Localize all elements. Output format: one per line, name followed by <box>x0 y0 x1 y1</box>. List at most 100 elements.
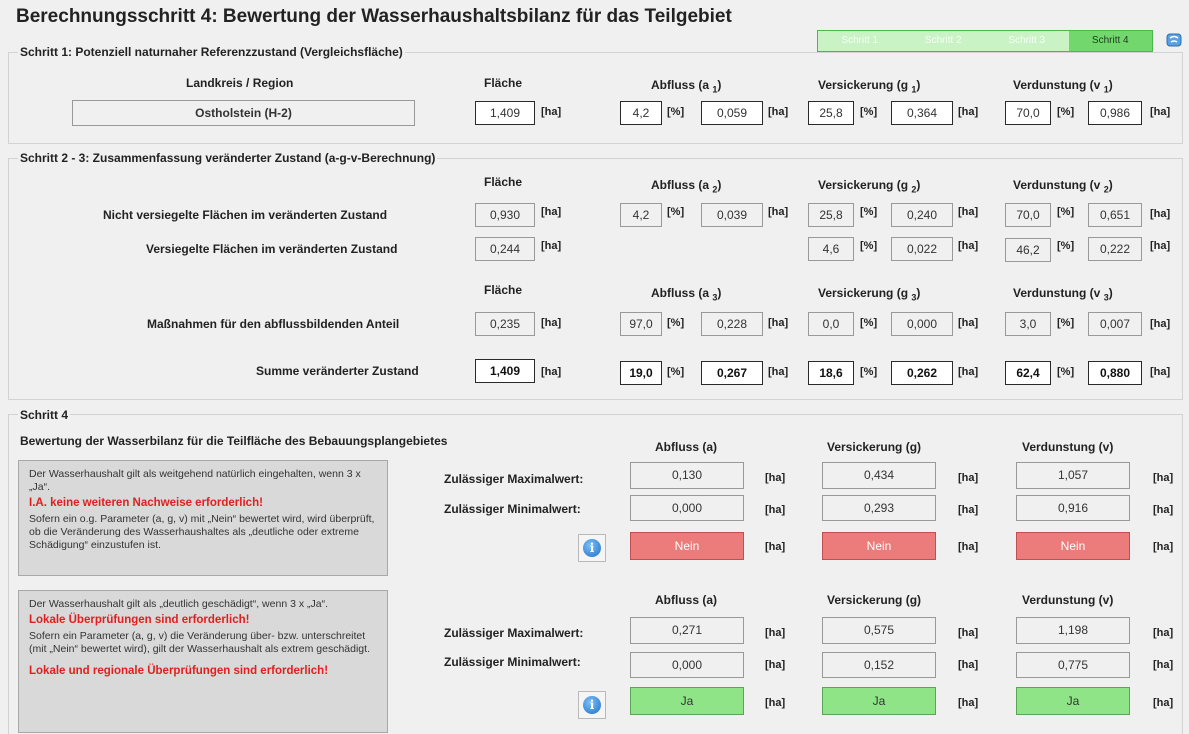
row-unsealed-a-pct: 4,2 <box>620 203 662 227</box>
unit-pct: [%] <box>667 366 685 378</box>
unit-ha: [ha] <box>765 541 786 553</box>
versickerung-ha-1[interactable]: 0,364 <box>891 101 953 125</box>
header-verdunstung-eval-1: Verdunstung (v) <box>1022 440 1114 454</box>
unit-ha: [ha] <box>1150 106 1171 118</box>
unit-pct: [%] <box>1057 106 1075 118</box>
help-icon[interactable] <box>1166 33 1182 47</box>
unit-pct: [%] <box>1057 206 1075 218</box>
header-versickerung-eval-1: Versickerung (g) <box>827 440 922 454</box>
unit-ha: [ha] <box>541 240 562 252</box>
row-sealed-flaeche: 0,244 <box>475 237 535 261</box>
versickerung-result-1: Nein <box>822 532 936 560</box>
row-measures-a-pct: 97,0 <box>620 312 662 336</box>
info-button-2[interactable]: i <box>578 691 606 719</box>
unit-ha: [ha] <box>1153 504 1174 516</box>
step-4-tab[interactable]: Schritt 4 <box>1068 31 1152 51</box>
row-measures-v-ha: 0,007 <box>1088 312 1142 336</box>
unit-ha: [ha] <box>1153 472 1174 484</box>
unit-ha: [ha] <box>1150 240 1171 252</box>
abfluss-ha-1[interactable]: 0,059 <box>701 101 763 125</box>
header-abfluss-2: Abfluss (a 2) <box>651 178 722 195</box>
row-unsealed-a-ha: 0,039 <box>701 203 763 227</box>
row-sum-flaeche: 1,409 <box>475 359 535 383</box>
row-measures-v-pct: 3,0 <box>1005 312 1051 336</box>
abfluss-pct-1[interactable]: 4,2 <box>620 101 662 125</box>
verdunstung-result-1: Nein <box>1016 532 1130 560</box>
unit-ha: [ha] <box>1150 318 1171 330</box>
max-label-2: Zulässiger Maximalwert: <box>444 626 584 640</box>
section-step1 <box>8 52 1183 144</box>
unit-ha: [ha] <box>958 206 979 218</box>
info-note-damaged: Der Wasserhaushalt gilt als „deutlich ge… <box>18 590 388 733</box>
abfluss-max-2: 0,271 <box>630 617 744 644</box>
row-sum-a-pct: 19,0 <box>620 361 662 385</box>
unit-ha: [ha] <box>1153 541 1174 553</box>
verdunstung-ha-1[interactable]: 0,986 <box>1088 101 1142 125</box>
note-damaged-warning-2: Lokale und regionale Überprüfungen sind … <box>29 665 329 677</box>
unit-ha: [ha] <box>1150 366 1171 378</box>
row-sum-label: Summe veränderter Zustand <box>256 364 419 378</box>
unit-ha: [ha] <box>541 106 562 118</box>
note-natural-warning: I.A. keine weiteren Nachweise erforderli… <box>29 497 263 509</box>
min-label-1: Zulässiger Minimalwert: <box>444 502 581 516</box>
unit-ha: [ha] <box>1150 208 1171 220</box>
row-measures-g-ha: 0,000 <box>891 312 953 336</box>
row-measures-g-pct: 0,0 <box>808 312 854 336</box>
step-3-tab[interactable]: Schritt 3 <box>985 31 1069 51</box>
versickerung-max-2: 0,575 <box>822 617 936 644</box>
abfluss-min-1: 0,000 <box>630 495 744 521</box>
verdunstung-max-1: 1,057 <box>1016 462 1130 489</box>
info-note-natural: Der Wasserhaushalt gilt als weitgehend n… <box>18 460 388 576</box>
row-sealed-g-ha: 0,022 <box>891 237 953 261</box>
header-verdunstung-eval-2: Verdunstung (v) <box>1022 593 1114 607</box>
unit-ha: [ha] <box>768 206 789 218</box>
verdunstung-max-2: 1,198 <box>1016 617 1130 644</box>
abfluss-min-2: 0,000 <box>630 652 744 678</box>
unit-ha: [ha] <box>765 627 786 639</box>
versickerung-max-1: 0,434 <box>822 462 936 489</box>
row-unsealed-v-pct: 70,0 <box>1005 203 1051 227</box>
region-field[interactable]: Ostholstein (H-2) <box>72 100 415 126</box>
unit-pct: [%] <box>1057 240 1075 252</box>
versickerung-min-1: 0,293 <box>822 495 936 521</box>
unit-ha: [ha] <box>958 472 979 484</box>
row-unsealed-g-pct: 25,8 <box>808 203 854 227</box>
info-icon: i <box>583 539 601 557</box>
header-verdunstung-1: Verdunstung (v 1) <box>1013 78 1113 95</box>
verdunstung-min-2: 0,775 <box>1016 652 1130 678</box>
header-region: Landkreis / Region <box>186 76 294 90</box>
abfluss-result-1: Nein <box>630 532 744 560</box>
unit-pct: [%] <box>667 317 685 329</box>
unit-ha: [ha] <box>958 106 979 118</box>
row-sealed-g-pct: 4,6 <box>808 237 854 261</box>
header-abfluss-3: Abfluss (a 3) <box>651 286 722 303</box>
flaeche-ref-field[interactable]: 1,409 <box>475 101 535 125</box>
row-unsealed-v-ha: 0,651 <box>1088 203 1142 227</box>
row-sum-v-pct: 62,4 <box>1005 361 1051 385</box>
row-sum-a-ha: 0,267 <box>701 361 763 385</box>
unit-ha: [ha] <box>958 541 979 553</box>
unit-ha: [ha] <box>765 504 786 516</box>
row-measures-label: Maßnahmen für den abflussbildenden Antei… <box>147 317 400 331</box>
row-sealed-label: Versiegelte Flächen im veränderten Zusta… <box>146 242 398 256</box>
unit-ha: [ha] <box>768 317 789 329</box>
unit-ha: [ha] <box>768 366 789 378</box>
unit-pct: [%] <box>667 206 685 218</box>
unit-ha: [ha] <box>958 659 979 671</box>
row-measures-flaeche: 0,235 <box>475 312 535 336</box>
note-damaged-text2: Sofern ein Parameter (a, g, v) die Verän… <box>29 630 370 655</box>
abfluss-result-2: Ja <box>630 687 744 715</box>
header-versickerung-2: Versickerung (g 2) <box>818 178 921 195</box>
unit-ha: [ha] <box>958 504 979 516</box>
step-1-tab[interactable]: Schritt 1 <box>818 31 902 51</box>
unit-pct: [%] <box>860 206 878 218</box>
unit-ha: [ha] <box>765 659 786 671</box>
verdunstung-pct-1[interactable]: 70,0 <box>1005 101 1051 125</box>
step-2-tab[interactable]: Schritt 2 <box>902 31 986 51</box>
info-button-1[interactable]: i <box>578 534 606 562</box>
note-natural-text2: Sofern ein o.g. Parameter (a, g, v) mit … <box>29 513 375 551</box>
versickerung-pct-1[interactable]: 25,8 <box>808 101 854 125</box>
header-flaeche-1: Fläche <box>484 76 523 90</box>
min-label-2: Zulässiger Minimalwert: <box>444 655 581 669</box>
row-unsealed-flaeche: 0,930 <box>475 203 535 227</box>
